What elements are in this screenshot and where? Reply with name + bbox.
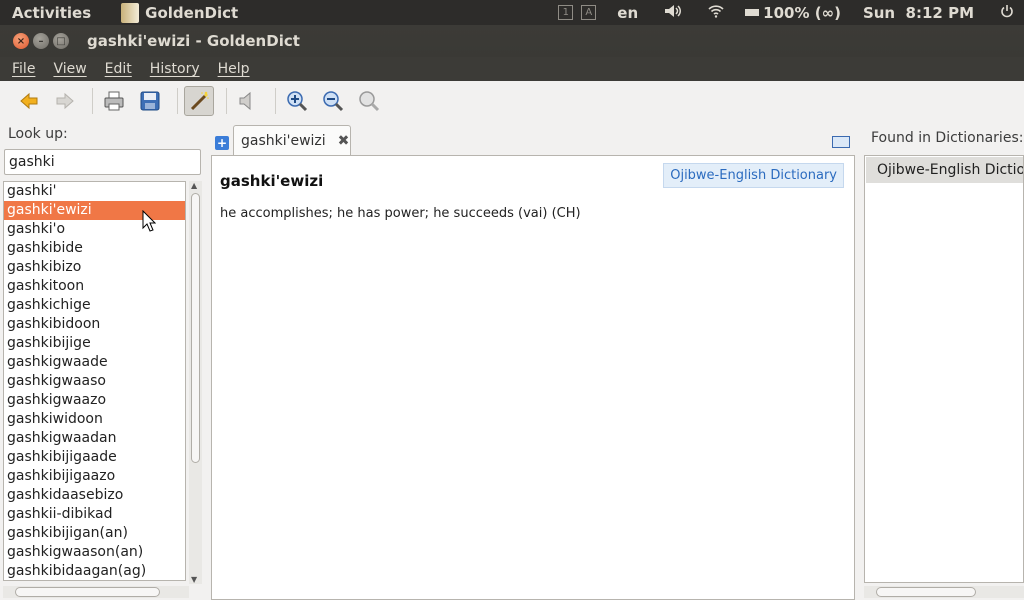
menu-history[interactable]: History xyxy=(144,61,206,77)
word-list-item-selected[interactable]: gashki'ewizi xyxy=(4,201,185,220)
word-list-item[interactable]: gashkibijigan(an) xyxy=(4,524,185,543)
print-icon[interactable] xyxy=(99,86,129,116)
word-list-item[interactable]: gashkibizo xyxy=(4,258,185,277)
found-in-dictionaries-label: Found in Dictionaries: xyxy=(871,130,1024,146)
back-icon[interactable] xyxy=(14,86,44,116)
found-dictionary-label: Ojibwe-English Dictionary xyxy=(877,162,1023,178)
word-list-item[interactable]: gashki' xyxy=(4,182,185,201)
zoom-out-icon[interactable] xyxy=(318,86,348,116)
tab-label: gashki'ewizi xyxy=(241,133,326,149)
menu-edit[interactable]: Edit xyxy=(99,61,138,77)
word-list-item[interactable]: gashkigwaaso xyxy=(4,372,185,391)
word-list-item[interactable]: gashkibidaagan(ag) xyxy=(4,562,185,580)
mouse-cursor-icon xyxy=(142,209,157,236)
toolbar-separator xyxy=(177,88,178,114)
workspace-indicator[interactable]: 1 xyxy=(558,5,574,20)
toolbar xyxy=(0,81,1024,121)
scrollbar-thumb[interactable] xyxy=(876,587,976,597)
activities-button[interactable]: Activities xyxy=(12,4,91,22)
found-dictionaries-list[interactable]: Ojibwe-English Dictionary xyxy=(864,155,1024,583)
lookup-label: Look up: xyxy=(8,126,68,142)
word-list-horizontal-scrollbar[interactable] xyxy=(3,586,189,598)
word-list[interactable]: gashki' gashki'ewizi gashki'o gashkibide… xyxy=(3,181,186,581)
article-headword: gashki'ewizi xyxy=(220,172,324,190)
menu-view[interactable]: View xyxy=(47,61,92,77)
new-tab-icon[interactable]: + xyxy=(215,136,229,150)
close-window-button[interactable]: × xyxy=(13,33,29,49)
word-list-item[interactable]: gashkigwaade xyxy=(4,353,185,372)
word-list-item[interactable]: gashkibijigaade xyxy=(4,448,185,467)
menu-help[interactable]: Help xyxy=(212,61,256,77)
window-title: gashki'ewizi - GoldenDict xyxy=(87,32,300,50)
tab-list-menu-icon[interactable] xyxy=(832,136,850,148)
input-method-indicator[interactable]: A xyxy=(581,5,597,20)
clock[interactable]: Sun 8:12 PM xyxy=(863,4,974,22)
word-list-item[interactable]: gashkigwaason(an) xyxy=(4,543,185,562)
battery-text: 100% (∞) xyxy=(763,3,841,22)
toolbar-separator xyxy=(92,88,93,114)
zoom-reset-icon[interactable] xyxy=(354,86,384,116)
language-indicator[interactable]: en xyxy=(617,4,638,22)
battery-icon xyxy=(745,9,760,16)
scrollbar-thumb[interactable] xyxy=(15,587,160,597)
scroll-down-arrow-icon[interactable]: ▼ xyxy=(191,575,197,584)
found-dictionary-item[interactable]: Ojibwe-English Dictionary xyxy=(866,157,1023,183)
window-titlebar: × – □ gashki'ewizi - GoldenDict xyxy=(0,25,1024,57)
word-list-vertical-scrollbar[interactable]: ▲ ▼ xyxy=(189,181,202,584)
word-list-item[interactable]: gashkigwaadan xyxy=(4,429,185,448)
word-list-item[interactable]: gashkibijige xyxy=(4,334,185,353)
word-list-item[interactable]: gashkii-dibikad xyxy=(4,505,185,524)
lookup-input[interactable] xyxy=(4,149,201,175)
tab-article[interactable]: gashki'ewizi ✖ xyxy=(233,125,351,156)
top-panel: Activities GoldenDict 1 A en 100% (∞) Su… xyxy=(0,0,1024,25)
app-name: GoldenDict xyxy=(145,3,239,22)
article-definition: he accomplishes; he has power; he succee… xyxy=(220,206,581,221)
scrollbar-thumb[interactable] xyxy=(191,193,200,463)
word-list-item[interactable]: gashkigwaazo xyxy=(4,391,185,410)
menubar: File View Edit History Help xyxy=(0,57,1024,81)
toolbar-separator xyxy=(226,88,227,114)
power-icon[interactable] xyxy=(1000,4,1014,22)
scan-popup-icon[interactable] xyxy=(184,86,214,116)
article-view[interactable]: gashki'ewizi Ojibwe-English Dictionary h… xyxy=(211,155,855,600)
app-menu[interactable]: GoldenDict xyxy=(121,2,239,23)
dictionary-name-badge[interactable]: Ojibwe-English Dictionary xyxy=(663,163,844,188)
word-list-item[interactable]: gashkitoon xyxy=(4,277,185,296)
goldendict-app-icon xyxy=(121,2,140,23)
volume-icon[interactable] xyxy=(664,4,682,22)
wifi-icon[interactable] xyxy=(708,4,724,22)
toolbar-separator xyxy=(275,88,276,114)
word-list-item[interactable]: gashkibide xyxy=(4,239,185,258)
word-list-item[interactable]: gashki'o xyxy=(4,220,185,239)
word-list-item[interactable]: gashkidaasebizo xyxy=(4,486,185,505)
minimize-window-button[interactable]: – xyxy=(33,33,49,49)
word-list-item[interactable]: gashkiwidoon xyxy=(4,410,185,429)
battery-indicator[interactable]: 100% (∞) xyxy=(745,4,841,22)
pronounce-icon[interactable] xyxy=(233,86,263,116)
zoom-in-icon[interactable] xyxy=(282,86,312,116)
forward-icon[interactable] xyxy=(50,86,80,116)
menu-file[interactable]: File xyxy=(6,61,41,77)
status-area: 1 A en 100% (∞) Sun 8:12 PM xyxy=(558,4,1024,22)
close-tab-icon[interactable]: ✖ xyxy=(338,133,350,149)
save-icon[interactable] xyxy=(135,86,165,116)
article-tab-bar: + gashki'ewizi ✖ xyxy=(212,125,854,156)
word-list-item[interactable]: gashkibidoon xyxy=(4,315,185,334)
found-dictionaries-horizontal-scrollbar[interactable] xyxy=(864,586,1024,598)
scroll-up-arrow-icon[interactable]: ▲ xyxy=(191,181,197,190)
word-list-item[interactable]: gashkichige xyxy=(4,296,185,315)
maximize-window-button[interactable]: □ xyxy=(53,33,69,49)
word-list-item[interactable]: gashkibijigaazo xyxy=(4,467,185,486)
